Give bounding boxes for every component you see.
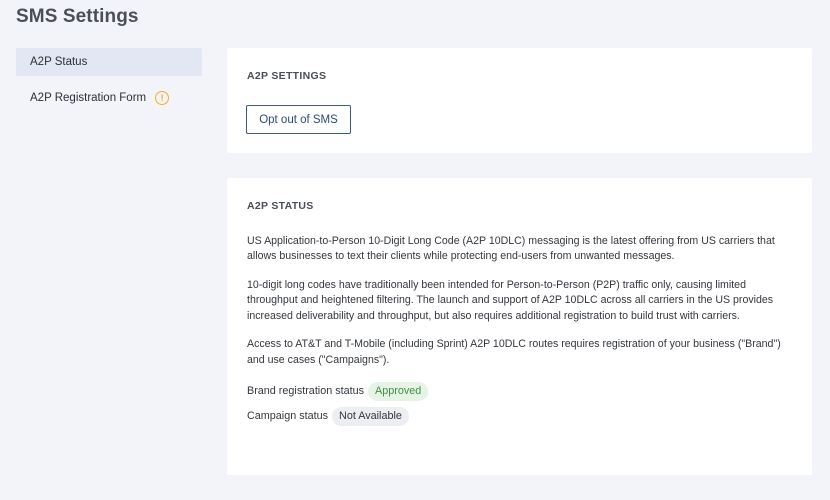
brand-status-badge: Approved [368,382,429,402]
sidebar-item-a2p-registration-form[interactable]: A2P Registration Form ! [16,84,202,112]
a2p-status-card: A2P STATUS US Application-to-Person 10-D… [227,178,812,475]
opt-out-sms-button[interactable]: Opt out of SMS [246,105,351,134]
sidebar: A2P Status A2P Registration Form ! [16,48,202,120]
sidebar-item-a2p-status[interactable]: A2P Status [16,48,202,76]
status-description: US Application-to-Person 10-Digit Long C… [247,234,797,432]
brand-registration-row: Brand registration status Approved [247,382,797,402]
campaign-status-badge: Not Available [332,407,409,427]
status-paragraph: US Application-to-Person 10-Digit Long C… [247,235,775,263]
campaign-status-row: Campaign status Not Available [247,407,797,427]
sidebar-item-label: A2P Registration Form [30,92,147,104]
status-paragraph: 10-digit long codes have traditionally b… [247,279,774,322]
section-heading: A2P STATUS [247,200,314,212]
a2p-settings-card: A2P SETTINGS Opt out of SMS [227,48,812,153]
brand-registration-label: Brand registration status [247,384,365,397]
section-heading: A2P SETTINGS [247,70,327,82]
campaign-status-label: Campaign status [247,409,329,422]
warning-icon: ! [155,91,170,105]
status-paragraph: Access to AT&T and T-Mobile (including S… [247,338,781,366]
page-title: SMS Settings [16,6,139,27]
sidebar-item-label: A2P Status [30,56,88,68]
